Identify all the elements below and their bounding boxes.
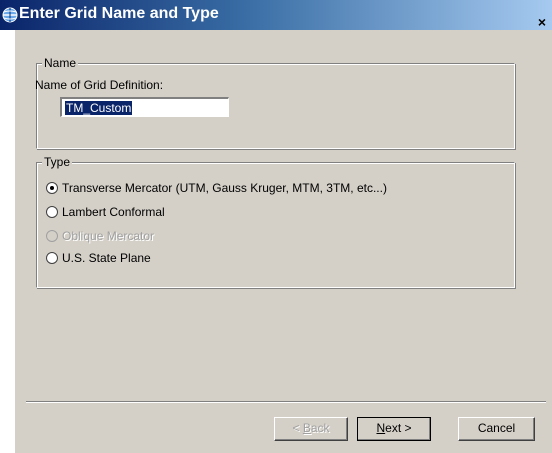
radio-button[interactable]: [46, 206, 58, 218]
back-prefix: <: [292, 421, 303, 435]
close-icon: ×: [537, 14, 547, 30]
radio-transverse-mercator[interactable]: Transverse Mercator (UTM, Gauss Kruger, …: [46, 180, 387, 196]
next-rest: ext >: [385, 421, 412, 435]
button-separator: [26, 401, 546, 403]
name-group-legend: Name: [42, 56, 79, 70]
grid-name-input[interactable]: TM_Custom: [60, 97, 229, 117]
window-title: Enter Grid Name and Type: [19, 5, 219, 22]
radio-label-oblique-mercator: Oblique Mercator: [62, 229, 155, 243]
radio-oblique-mercator: Oblique Mercator: [46, 228, 154, 244]
radio-button-disabled: [46, 230, 58, 242]
cancel-button[interactable]: Cancel: [458, 417, 535, 441]
grid-name-label: Name of Grid Definition:: [35, 78, 164, 92]
back-button: < Back: [274, 417, 348, 441]
radio-button[interactable]: [46, 252, 58, 264]
next-button[interactable]: Next >: [357, 417, 431, 441]
radio-label-us-state-plane: U.S. State Plane: [62, 251, 151, 265]
wizard-dialog: Name Name of Grid Definition: TM_Custom …: [15, 30, 552, 453]
title-bar[interactable]: Enter Grid Name and Type: [0, 0, 552, 30]
back-rest: ack: [310, 421, 330, 435]
globe-grid-icon: [2, 7, 18, 23]
grid-name-value: TM_Custom: [65, 101, 133, 115]
next-hotkey: N: [376, 421, 386, 435]
type-group-legend: Type: [42, 155, 73, 169]
radio-us-state-plane[interactable]: U.S. State Plane: [46, 250, 151, 266]
radio-lambert-conformal[interactable]: Lambert Conformal: [46, 204, 165, 220]
radio-button-checked[interactable]: [46, 182, 58, 194]
radio-label-transverse-mercator: Transverse Mercator (UTM, Gauss Kruger, …: [62, 181, 387, 195]
back-hotkey: B: [302, 421, 311, 435]
radio-label-lambert-conformal: Lambert Conformal: [62, 205, 165, 219]
close-button[interactable]: ×: [534, 15, 550, 31]
cancel-label: Cancel: [477, 421, 516, 435]
